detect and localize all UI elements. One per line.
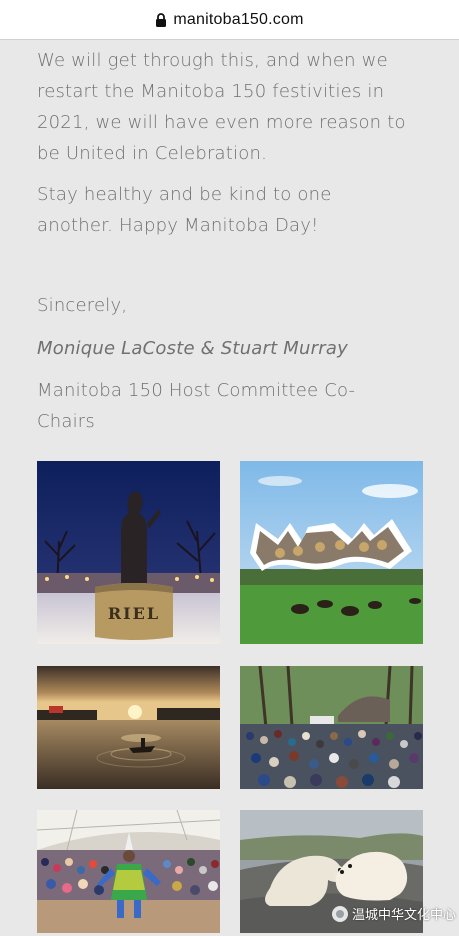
watermark-text: 温城中华文化中心 — [352, 908, 457, 923]
letter-signer-title: Manitoba 150 Host Committee Co- Chairs — [37, 375, 355, 437]
wechat-icon — [332, 905, 348, 922]
paragraph-line: We will get through this, and when we — [37, 50, 388, 71]
paragraph-line: another. Happy Manitoba Day! — [37, 215, 319, 236]
lock-icon — [155, 12, 167, 28]
paragraph-line: 2021, we will have even more reason to — [37, 112, 406, 133]
letter-paragraph-1: We will get through this, and when we re… — [37, 45, 406, 169]
photo-riel-statue[interactable]: RIEL — [37, 461, 220, 644]
photo-festival-crowd[interactable] — [240, 666, 423, 789]
riel-plaque-text: RIEL — [108, 604, 160, 623]
paragraph-line: Stay healthy and be kind to one — [37, 184, 332, 205]
letter-signers: Monique LaCoste & Stuart Murray — [37, 338, 348, 359]
letter-paragraph-2: Stay healthy and be kind to one another.… — [37, 179, 332, 241]
watermark: 温城中华文化中心 — [332, 904, 456, 923]
title-line: Chairs — [37, 411, 95, 432]
title-line: Manitoba 150 Host Committee Co- — [37, 380, 356, 401]
address-bar[interactable]: manitoba150.com — [0, 0, 459, 40]
paragraph-line: restart the Manitoba 150 festivities in — [37, 81, 385, 102]
photo-bison-field[interactable] — [240, 461, 423, 644]
photo-canoe-sunset[interactable] — [37, 666, 220, 789]
letter-closing: Sincerely, — [37, 295, 128, 316]
url-text: manitoba150.com — [173, 10, 304, 28]
photo-powwow-dancer[interactable] — [37, 810, 220, 933]
paragraph-line: be United in Celebration. — [37, 143, 267, 164]
